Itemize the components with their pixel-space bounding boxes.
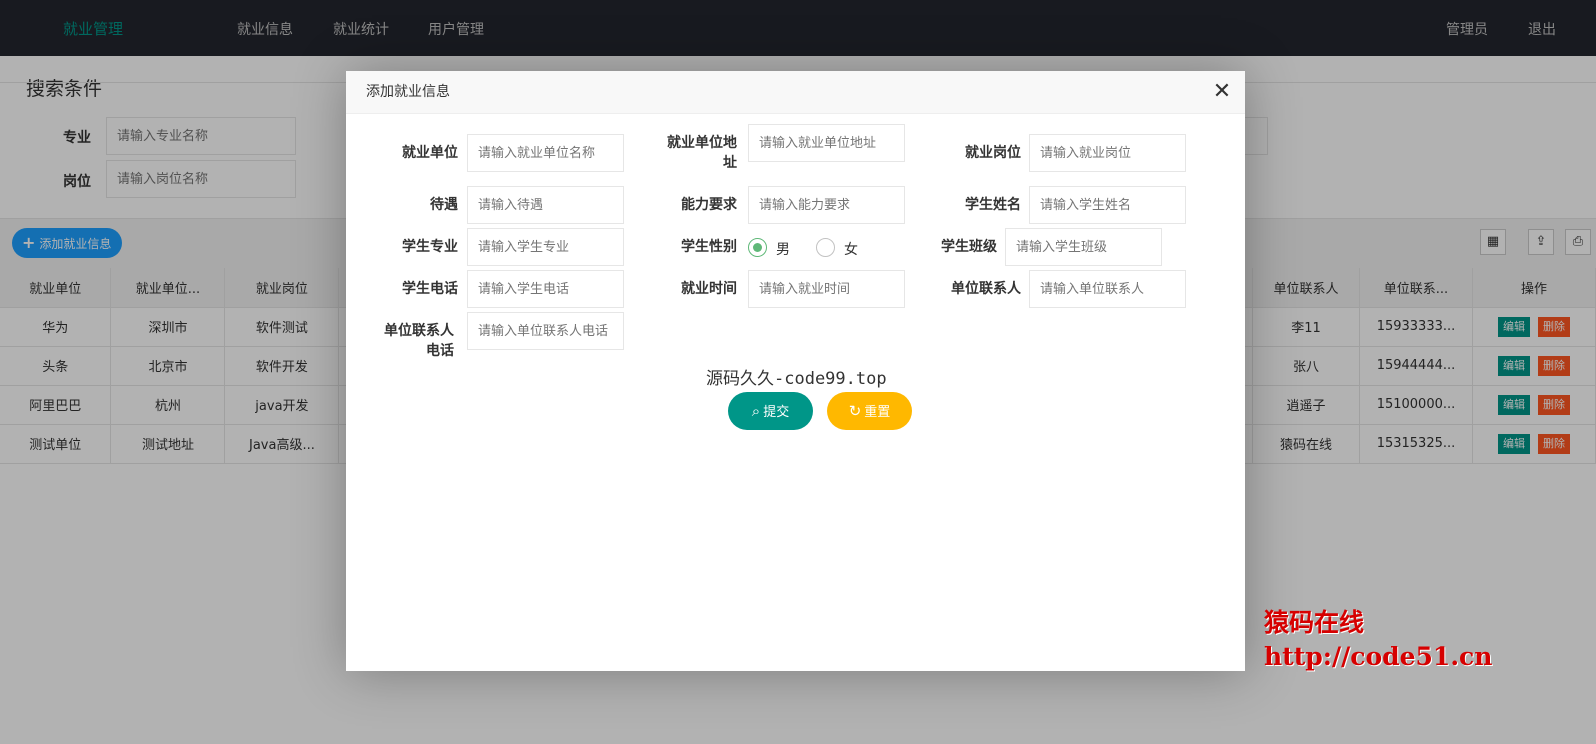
corner-watermark: 猿码在线 http://code51.cn <box>1264 606 1492 674</box>
student-major-label: 学生专业 <box>402 239 458 255</box>
student-phone-label: 学生电话 <box>402 281 458 297</box>
dialog-title: 添加就业信息 <box>346 71 1245 114</box>
employ-time-label: 就业时间 <box>681 281 737 297</box>
contact-phone-label: 单位联系人电话 <box>384 323 454 359</box>
gender-radio-female[interactable] <box>816 238 835 257</box>
watermark-text: 源码久久-code99.top <box>706 369 887 389</box>
close-icon[interactable]: ✕ <box>1211 81 1233 103</box>
student-name-label: 学生姓名 <box>965 197 1021 213</box>
reset-button[interactable]: ↻ 重置 <box>827 392 912 430</box>
gender-label: 学生性别 <box>681 239 737 255</box>
contact-input[interactable] <box>1029 270 1186 308</box>
student-class-label: 学生班级 <box>941 239 997 255</box>
contact-phone-input[interactable] <box>467 312 624 350</box>
corner-watermark-line1: 猿码在线 <box>1264 608 1365 637</box>
submit-label: 提交 <box>763 405 790 420</box>
submit-button[interactable]: ⌕ 提交 <box>728 392 813 430</box>
reset-label: 重置 <box>864 405 891 420</box>
student-class-input[interactable] <box>1005 228 1162 266</box>
gender-female-label[interactable]: 女 <box>844 239 858 259</box>
contact-label: 单位联系人 <box>951 281 1021 297</box>
ability-label: 能力要求 <box>681 197 737 213</box>
search-icon: ⌕ <box>751 402 761 420</box>
employ-time-input[interactable] <box>748 270 905 308</box>
address-input[interactable] <box>748 124 905 162</box>
company-input[interactable] <box>467 134 624 172</box>
salary-input[interactable] <box>467 186 624 224</box>
salary-label: 待遇 <box>430 197 458 213</box>
corner-watermark-line2: http://code51.cn <box>1264 642 1493 671</box>
student-name-input[interactable] <box>1029 186 1186 224</box>
ability-input[interactable] <box>748 186 905 224</box>
student-major-input[interactable] <box>467 228 624 266</box>
add-employment-dialog: 添加就业信息 ✕ 就业单位 就业单位地址 就业岗位 待遇 能力要求 学生姓名 学… <box>346 71 1245 671</box>
post-label: 就业岗位 <box>965 145 1021 161</box>
student-phone-input[interactable] <box>467 270 624 308</box>
gender-male-label[interactable]: 男 <box>776 239 790 259</box>
post-input[interactable] <box>1029 134 1186 172</box>
gender-radio-male[interactable] <box>748 238 767 257</box>
company-label: 就业单位 <box>402 145 458 161</box>
refresh-icon: ↻ <box>848 402 862 420</box>
address-label: 就业单位地址 <box>667 135 737 171</box>
